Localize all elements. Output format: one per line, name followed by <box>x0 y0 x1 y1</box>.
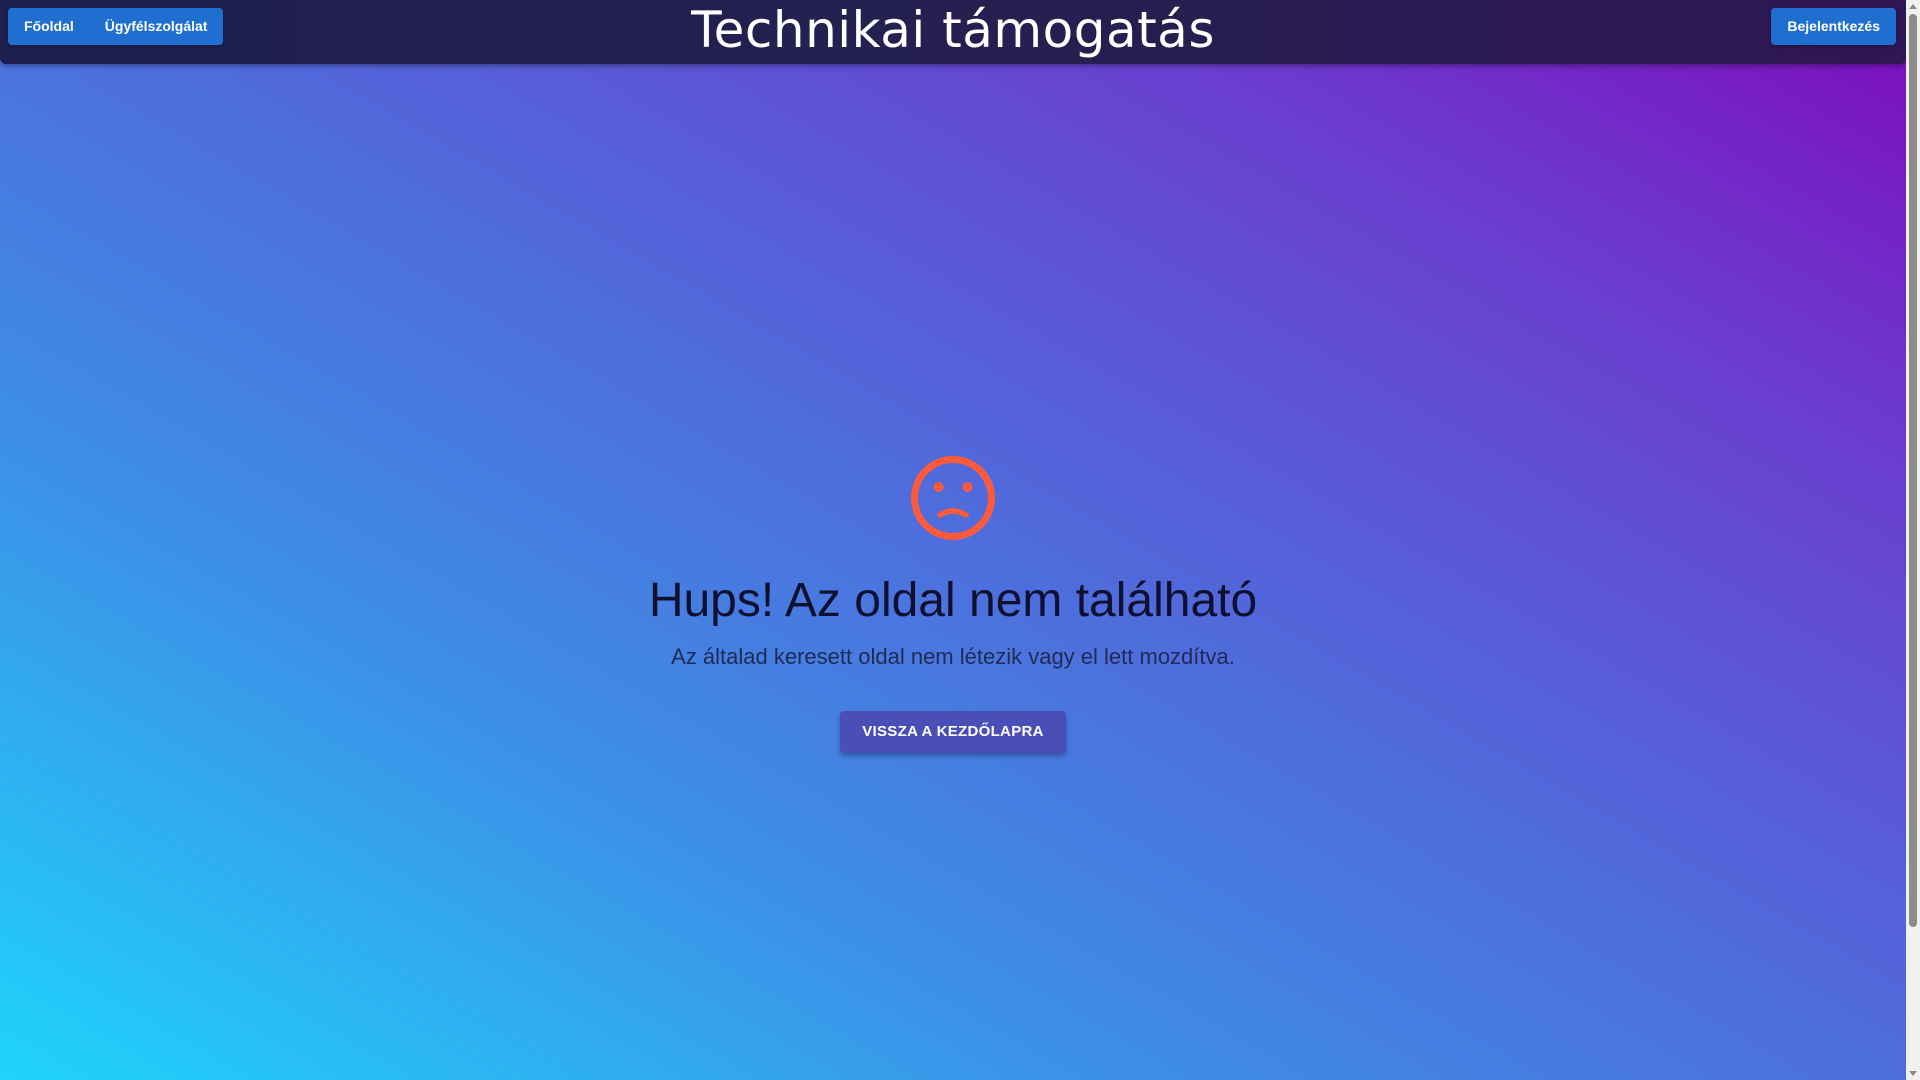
back-to-home-button[interactable]: VISSZA A KEZDŐLAPRA <box>840 711 1066 753</box>
sad-face-icon <box>911 456 995 540</box>
error-message: Az általad keresett oldal nem létezik va… <box>671 644 1235 669</box>
app-title: Technikai támogatás <box>691 1 1215 59</box>
not-found-panel: Hups! Az oldal nem található Az általad … <box>0 455 1906 753</box>
scroll-down-arrow-icon[interactable] <box>1909 1071 1917 1076</box>
login-button[interactable]: Bejelentkezés <box>1771 8 1896 45</box>
vertical-scrollbar[interactable] <box>1906 0 1920 1080</box>
error-title: Hups! Az oldal nem található <box>648 574 1258 627</box>
page-background: Főoldal Ügyfélszolgálat Technikai támoga… <box>0 0 1906 1080</box>
scroll-up-arrow-icon[interactable] <box>1909 4 1917 9</box>
scroll-thumb[interactable] <box>1909 14 1917 927</box>
top-app-bar: Főoldal Ügyfélszolgálat Technikai támoga… <box>0 0 1906 64</box>
